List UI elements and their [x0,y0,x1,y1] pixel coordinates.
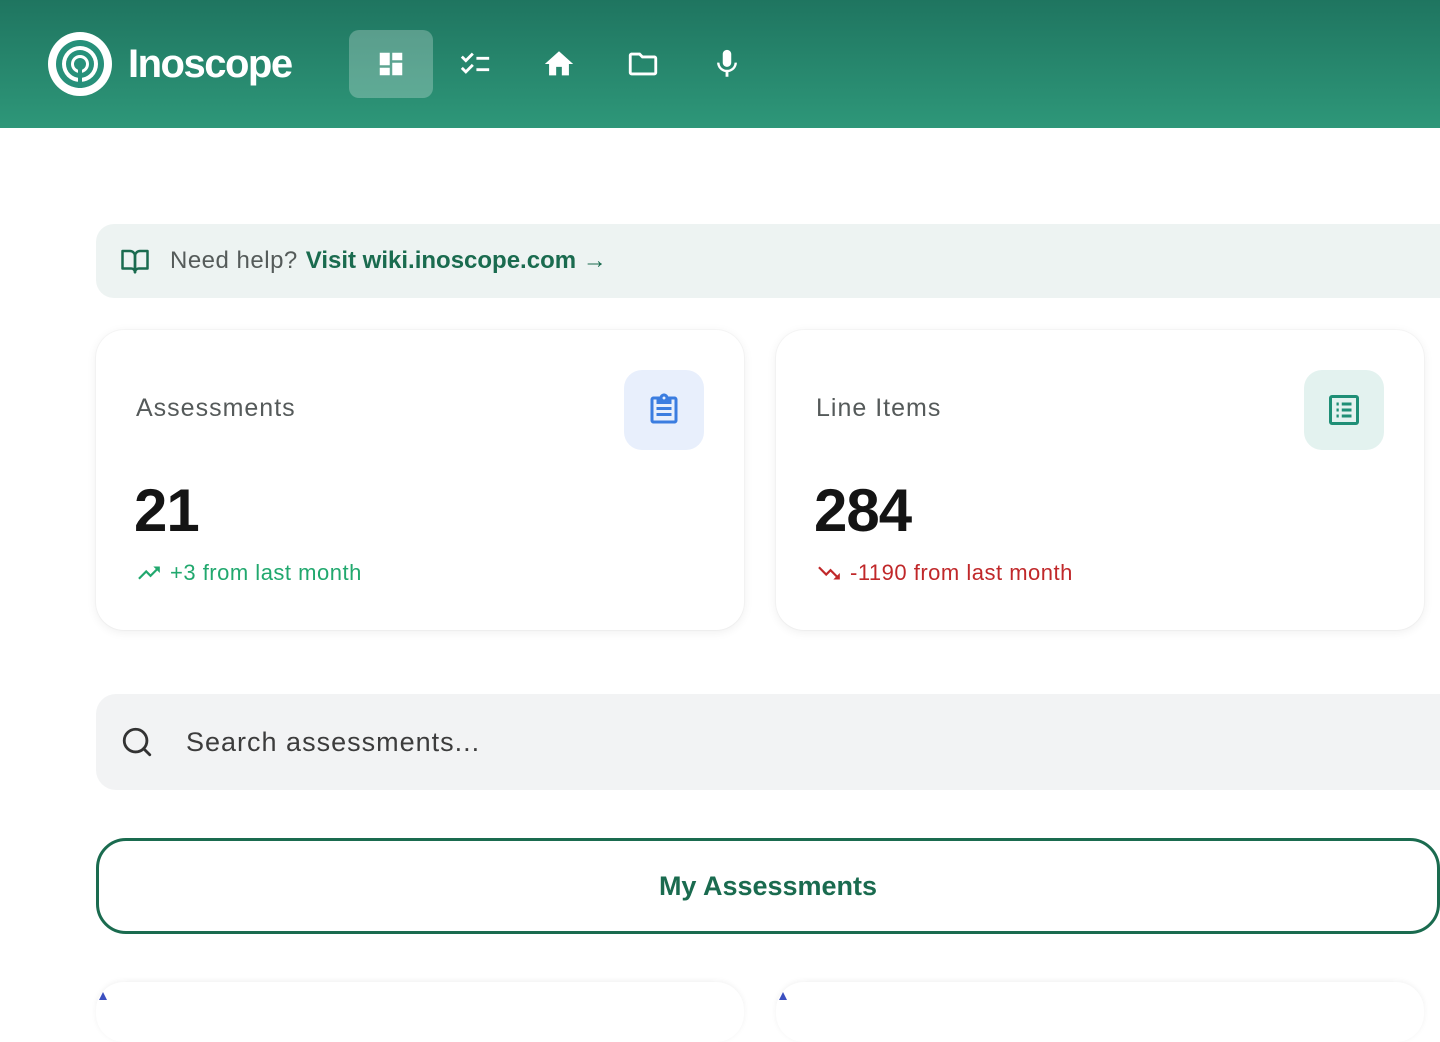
nav-folder[interactable] [601,30,685,98]
stat-trend: -1190 from last month [816,560,1073,586]
book-icon [121,249,149,274]
stat-icon-box [624,370,704,450]
line-items-stat-card: Line Items 284 -1190 from last month [776,330,1424,630]
logo-mark-icon [48,32,112,96]
logo-text: Inoscope [128,42,293,86]
assessments-stat-card: Assessments 21 +3 from last month [96,330,744,630]
stat-trend: +3 from last month [136,560,362,586]
logo[interactable]: Inoscope [48,32,293,96]
main-nav [349,30,769,98]
stat-label: Line Items [816,394,942,422]
stat-label: Assessments [136,394,296,422]
nav-home[interactable] [517,30,601,98]
stat-icon-box [1304,370,1384,450]
list-icon [1329,395,1359,425]
search-input[interactable] [186,726,1086,758]
my-assessments-button[interactable]: My Assessments [96,838,1440,934]
assessment-card[interactable] [96,982,744,1042]
stat-value: 21 [134,477,200,544]
folder-icon [628,52,658,76]
stat-trend-text: -1190 from last month [850,560,1073,585]
search-bar [96,694,1440,790]
card-accent [99,992,107,1000]
card-accent [779,992,787,1000]
assessment-card[interactable] [776,982,1424,1042]
help-question: Need help? [170,247,298,274]
search-icon [122,727,152,757]
stat-value: 284 [814,477,912,544]
nav-microphone[interactable] [685,30,769,98]
clipboard-icon [650,393,678,424]
help-banner: Need help? Visit wiki.inoscope.com → [96,224,1440,298]
trending-up-icon [138,566,160,580]
checklist-icon [460,52,490,74]
home-icon [544,51,574,76]
wiki-link[interactable]: Visit wiki.inoscope.com → [306,247,607,275]
microphone-icon [717,49,737,77]
stat-trend-text: +3 from last month [170,560,362,585]
nav-dashboard[interactable] [349,30,433,98]
dashboard-icon [379,52,403,76]
nav-checklist[interactable] [433,30,517,98]
top-navbar: Inoscope [0,0,1440,128]
trending-down-icon [818,566,840,580]
